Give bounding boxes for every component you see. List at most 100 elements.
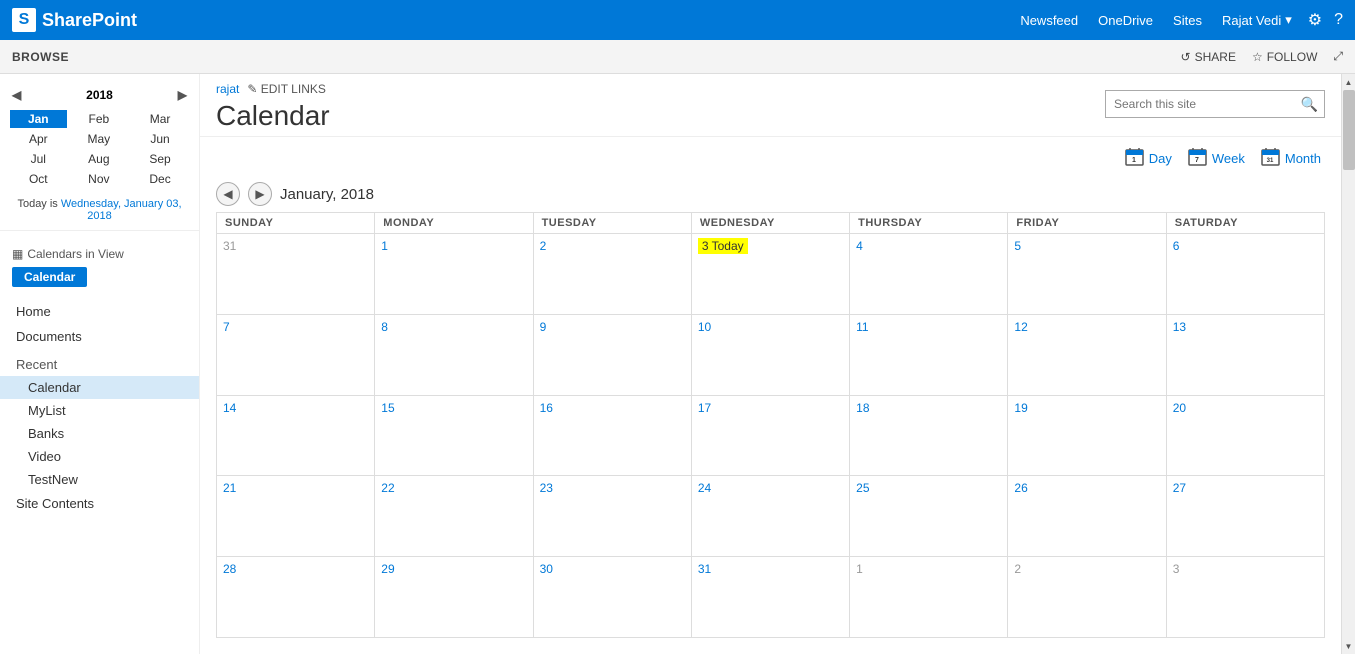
cal-cell-w4-d3[interactable]: 23 xyxy=(534,476,692,557)
cal-cell-w4-d6[interactable]: 26 xyxy=(1008,476,1166,557)
gear-icon[interactable]: ⚙ xyxy=(1308,10,1322,30)
mini-cal-nov[interactable]: Nov xyxy=(69,170,130,188)
calendars-section-title: ▦ Calendars in View xyxy=(12,247,187,261)
mini-cal-jul[interactable]: Jul xyxy=(10,150,67,168)
cal-week-4: 21 22 2324 25 2627 xyxy=(217,476,1325,557)
home-nav-item[interactable]: Home xyxy=(0,299,199,324)
mini-cal-prev[interactable]: ◀ xyxy=(8,88,25,102)
next-month-btn[interactable]: ▶ xyxy=(248,182,272,206)
follow-action[interactable]: ☆ FOLLOW xyxy=(1252,50,1317,64)
cal-cell-w2-d1[interactable]: 7 xyxy=(217,315,375,396)
cal-day-w2-d2: 8 xyxy=(381,320,388,334)
video-sub-nav-item[interactable]: Video xyxy=(0,445,199,468)
search-input[interactable] xyxy=(1106,97,1295,111)
search-button[interactable]: 🔍 xyxy=(1295,96,1324,113)
day-view-btn[interactable]: 1 Day xyxy=(1121,145,1176,172)
mini-cal-feb[interactable]: Feb xyxy=(69,110,130,128)
share-action[interactable]: ↺ SHARE xyxy=(1181,50,1236,64)
mini-cal-jun[interactable]: Jun xyxy=(131,130,189,148)
newsfeed-link[interactable]: Newsfeed xyxy=(1020,13,1078,28)
edit-links-btn[interactable]: ✎ EDIT LINKS xyxy=(247,82,326,96)
cal-cell-w1-d4[interactable]: 3 Today xyxy=(692,234,850,315)
cal-cell-w5-d3[interactable]: 30 xyxy=(534,557,692,638)
cal-cell-w4-d4[interactable]: 24 xyxy=(692,476,850,557)
cal-cell-w5-d6[interactable]: 2 xyxy=(1008,557,1166,638)
testnew-sub-nav-item[interactable]: TestNew xyxy=(0,468,199,491)
mini-cal-jan[interactable]: Jan xyxy=(10,110,67,128)
calendar-badge[interactable]: Calendar xyxy=(12,267,87,287)
cal-cell-w1-d3[interactable]: 2 xyxy=(534,234,692,315)
cal-cell-w5-d1[interactable]: 28 xyxy=(217,557,375,638)
breadcrumb[interactable]: rajat xyxy=(216,82,239,96)
cal-cell-w2-d5[interactable]: 11 xyxy=(850,315,1008,396)
month-view-btn[interactable]: 31 Month xyxy=(1257,145,1325,172)
breadcrumb-row: rajat ✎ EDIT LINKS xyxy=(216,82,330,96)
help-icon[interactable]: ? xyxy=(1334,11,1343,29)
cal-day-w3-d7: 20 xyxy=(1173,401,1186,415)
mini-cal-aug[interactable]: Aug xyxy=(69,150,130,168)
scroll-thumb[interactable] xyxy=(1343,90,1355,170)
cal-cell-w4-d2[interactable]: 22 xyxy=(375,476,533,557)
cal-cell-w3-d2[interactable]: 15 xyxy=(375,396,533,477)
cal-cell-w3-d4[interactable]: 17 xyxy=(692,396,850,477)
cal-day-w3-d2: 15 xyxy=(381,401,394,415)
cal-cell-w1-d6[interactable]: 5 xyxy=(1008,234,1166,315)
site-contents-nav-item[interactable]: Site Contents xyxy=(0,491,199,516)
mini-cal-next[interactable]: ▶ xyxy=(174,88,191,102)
cal-cell-w5-d5[interactable]: 1 xyxy=(850,557,1008,638)
week-view-btn[interactable]: 7 Week xyxy=(1184,145,1249,172)
cal-day-w1-d5: 4 xyxy=(856,239,863,253)
prev-month-btn[interactable]: ◀ xyxy=(216,182,240,206)
cal-cell-w3-d3[interactable]: 16 xyxy=(534,396,692,477)
cal-cell-w2-d2[interactable]: 8 xyxy=(375,315,533,396)
cal-day-w4-d1: 21 xyxy=(223,481,236,495)
sites-link[interactable]: Sites xyxy=(1173,13,1202,28)
cal-cell-w2-d3[interactable]: 9 xyxy=(534,315,692,396)
cal-cell-w1-d7[interactable]: 6 xyxy=(1167,234,1325,315)
sp-logo-icon: S xyxy=(12,8,36,32)
mini-cal-mar[interactable]: Mar xyxy=(131,110,189,128)
banks-sub-nav-item[interactable]: Banks xyxy=(0,422,199,445)
cal-cell-w2-d4[interactable]: 10 xyxy=(692,315,850,396)
cal-cell-w4-d7[interactable]: 27 xyxy=(1167,476,1325,557)
scroll-down[interactable]: ▼ xyxy=(1342,638,1355,654)
main-container: ◀ 2018 ▶ Jan Feb Mar Apr May Jun Jul Aug xyxy=(0,74,1355,654)
cal-day-w1-d6: 5 xyxy=(1014,239,1021,253)
mini-cal-may[interactable]: May xyxy=(69,130,130,148)
focus-action[interactable]: ⤢ xyxy=(1333,49,1343,64)
calendars-in-view-label: Calendars in View xyxy=(27,247,124,261)
cal-cell-w4-d1[interactable]: 21 xyxy=(217,476,375,557)
cal-cell-w5-d2[interactable]: 29 xyxy=(375,557,533,638)
cal-day-w4-d2: 22 xyxy=(381,481,394,495)
cal-cell-w1-d5[interactable]: 4 xyxy=(850,234,1008,315)
cal-cell-w5-d4[interactable]: 31 xyxy=(692,557,850,638)
today-date-link[interactable]: Wednesday, January 03, 2018 xyxy=(61,198,182,222)
cal-cell-w3-d5[interactable]: 18 xyxy=(850,396,1008,477)
cal-cell-w3-d6[interactable]: 19 xyxy=(1008,396,1166,477)
mini-cal-oct[interactable]: Oct xyxy=(10,170,67,188)
cal-cell-w1-d2[interactable]: 1 xyxy=(375,234,533,315)
cal-cell-w4-d5[interactable]: 25 xyxy=(850,476,1008,557)
documents-nav-item[interactable]: Documents xyxy=(0,324,199,349)
top-nav-icon-group: ⚙ ? xyxy=(1308,10,1343,30)
cal-cell-w3-d7[interactable]: 20 xyxy=(1167,396,1325,477)
calendar-sub-nav-item[interactable]: Calendar xyxy=(0,376,199,399)
cal-cell-w2-d6[interactable]: 12 xyxy=(1008,315,1166,396)
cal-cell-w5-d7[interactable]: 3 xyxy=(1167,557,1325,638)
cal-day-w4-d5: 25 xyxy=(856,481,869,495)
cal-cell-w2-d7[interactable]: 13 xyxy=(1167,315,1325,396)
browse-tab[interactable]: BROWSE xyxy=(12,50,69,64)
cal-day-w5-d5: 1 xyxy=(856,562,863,576)
cal-week-5: 28293031 1 23 xyxy=(217,557,1325,638)
onedrive-link[interactable]: OneDrive xyxy=(1098,13,1153,28)
user-menu[interactable]: Rajat Vedi ▾ xyxy=(1222,12,1292,28)
mini-cal-sep[interactable]: Sep xyxy=(131,150,189,168)
page-header-left: rajat ✎ EDIT LINKS Calendar xyxy=(216,82,330,132)
sidebar: ◀ 2018 ▶ Jan Feb Mar Apr May Jun Jul Aug xyxy=(0,74,200,654)
scroll-up[interactable]: ▲ xyxy=(1342,74,1355,90)
mini-cal-apr[interactable]: Apr xyxy=(10,130,67,148)
cal-cell-w3-d1[interactable]: 14 xyxy=(217,396,375,477)
mylist-sub-nav-item[interactable]: MyList xyxy=(0,399,199,422)
cal-cell-w1-d1[interactable]: 31 xyxy=(217,234,375,315)
mini-cal-dec[interactable]: Dec xyxy=(131,170,189,188)
